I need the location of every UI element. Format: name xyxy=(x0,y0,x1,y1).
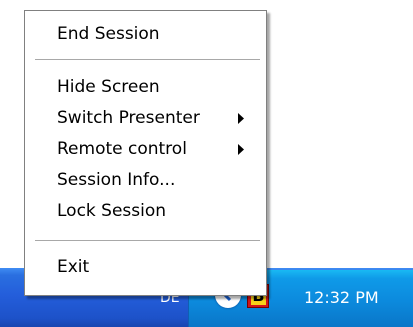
menu-item-end-session[interactable]: End Session xyxy=(25,20,266,48)
menu-item-label: Remote control xyxy=(57,139,187,159)
menu-separator xyxy=(35,240,260,242)
menu-item-label: Lock Session xyxy=(57,201,167,221)
menu-separator xyxy=(35,59,260,61)
menu-item-session-info[interactable]: Session Info... xyxy=(25,166,266,194)
menu-item-label: Exit xyxy=(57,257,90,277)
context-menu: End Session Hide Screen Switch Presenter… xyxy=(24,10,267,296)
submenu-arrow-icon xyxy=(238,113,244,124)
taskbar-clock[interactable]: 12:32 PM xyxy=(304,288,404,308)
menu-item-label: Switch Presenter xyxy=(57,108,200,128)
submenu-arrow-icon xyxy=(238,144,244,155)
menu-item-switch-presenter[interactable]: Switch Presenter xyxy=(25,104,266,132)
menu-item-label: Session Info... xyxy=(57,170,176,190)
menu-item-label: End Session xyxy=(57,24,160,44)
menu-item-hide-screen[interactable]: Hide Screen xyxy=(25,73,266,101)
menu-item-lock-session[interactable]: Lock Session xyxy=(25,197,266,225)
menu-item-label: Hide Screen xyxy=(57,77,160,97)
menu-item-remote-control[interactable]: Remote control xyxy=(25,135,266,163)
menu-item-exit[interactable]: Exit xyxy=(25,253,266,281)
